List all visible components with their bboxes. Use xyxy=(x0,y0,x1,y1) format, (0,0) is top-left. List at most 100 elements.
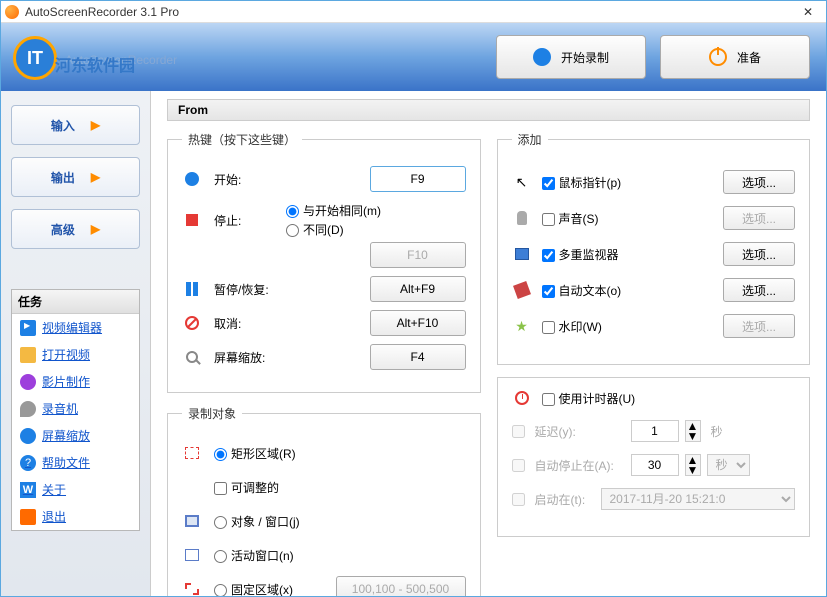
target-group: 录制对象 矩形区域(R) 可调整的 对象 / 窗口(j) 活动窗口(n) xyxy=(167,405,481,596)
zoom-hotkey[interactable]: F4 xyxy=(370,344,466,370)
target-rect-radio[interactable]: 矩形区域(R) xyxy=(214,445,296,462)
add-legend: 添加 xyxy=(512,131,548,148)
target-legend: 录制对象 xyxy=(182,405,242,422)
add-watermark-check[interactable]: 水印(W) xyxy=(542,318,724,335)
delay-label: 延迟(y): xyxy=(535,423,625,440)
movie-icon xyxy=(20,374,36,390)
starton-select[interactable]: 2017-11月-20 15:21:0 xyxy=(601,488,796,510)
start-record-label: 开始录制 xyxy=(561,49,609,66)
starton-check xyxy=(512,493,525,506)
stop-diff-radio[interactable]: 不同(D) xyxy=(286,221,466,238)
hotkeys-legend: 热键（按下这些键） xyxy=(182,131,302,148)
delay-input[interactable] xyxy=(631,420,679,442)
record-icon xyxy=(533,48,551,66)
about-icon: W xyxy=(20,482,36,498)
header: IT 河东软件园 AutoScreenRecorder 开始录制 准备 xyxy=(1,23,826,91)
add-multi-check[interactable]: 多重监视器 xyxy=(542,246,724,263)
add-cursor-check[interactable]: 鼠标指针(p) xyxy=(542,174,724,191)
titlebar: AutoScreenRecorder 3.1 Pro ✕ xyxy=(1,1,826,23)
chevron-right-icon: ▶ xyxy=(91,222,100,236)
cancel-hotkey[interactable]: Alt+F10 xyxy=(370,310,466,336)
folder-icon xyxy=(20,347,36,363)
multi-options-button[interactable]: 选项... xyxy=(723,242,795,266)
add-sound-check[interactable]: 声音(S) xyxy=(542,210,724,227)
window-title: AutoScreenRecorder 3.1 Pro xyxy=(25,5,794,19)
add-autotext-check[interactable]: 自动文本(o) xyxy=(542,282,724,299)
autostop-spinner[interactable]: ▲▼ xyxy=(685,454,701,476)
delay-check xyxy=(512,425,525,438)
tasks-panel: 任务 视频编辑器 打开视频 影片制作 录音机 屏幕缩放 ?帮助文件 W关于 退出 xyxy=(11,289,140,531)
nav-advanced[interactable]: 高级▶ xyxy=(11,209,140,249)
logo: IT 河东软件园 AutoScreenRecorder xyxy=(17,44,177,70)
zoom-icon xyxy=(182,347,202,367)
stop-hotkey: F10 xyxy=(370,242,466,268)
cancel-icon xyxy=(182,313,202,333)
close-button[interactable]: ✕ xyxy=(794,5,822,19)
pause-icon xyxy=(182,279,202,299)
main-panel: From 热键（按下这些键） 开始: F9 停止: 与开始相同(m) xyxy=(151,91,826,596)
zoom-label: 屏幕缩放: xyxy=(214,349,286,366)
autostop-check xyxy=(512,459,525,472)
target-active-radio[interactable]: 活动窗口(n) xyxy=(214,547,294,564)
autotext-icon xyxy=(512,280,532,300)
fixed-icon xyxy=(182,579,202,596)
add-group: 添加 ↖ 鼠标指针(p) 选项... 声音(S) 选项... 多重监视器 xyxy=(497,131,811,365)
stop-label: 停止: xyxy=(214,212,286,229)
task-movie-maker[interactable]: 影片制作 xyxy=(12,368,139,395)
task-zoom[interactable]: 屏幕缩放 xyxy=(12,422,139,449)
sound-options-button: 选项... xyxy=(723,206,795,230)
task-help[interactable]: ?帮助文件 xyxy=(12,449,139,476)
sound-icon xyxy=(512,208,532,228)
adjustable-check[interactable]: 可调整的 xyxy=(214,479,279,496)
start-label: 开始: xyxy=(214,171,286,188)
nav-input[interactable]: 输入▶ xyxy=(11,105,140,145)
target-fixed-radio[interactable]: 固定区域(x) xyxy=(214,581,293,597)
autotext-options-button[interactable]: 选项... xyxy=(723,278,795,302)
task-recorder[interactable]: 录音机 xyxy=(12,395,139,422)
stop-same-radio[interactable]: 与开始相同(m) xyxy=(286,202,466,219)
autostop-input[interactable] xyxy=(631,454,679,476)
star-icon: ★ xyxy=(512,316,532,336)
rect-icon xyxy=(182,443,202,463)
autostop-unit-select[interactable]: 秒 xyxy=(707,454,750,476)
active-window-icon xyxy=(182,545,202,565)
mic-icon xyxy=(20,401,36,417)
autostop-label: 自动停止在(A): xyxy=(535,457,625,474)
tasks-header: 任务 xyxy=(12,290,139,314)
task-exit[interactable]: 退出 xyxy=(12,503,139,530)
pause-hotkey[interactable]: Alt+F9 xyxy=(370,276,466,302)
sidebar: 输入▶ 输出▶ 高级▶ 任务 视频编辑器 打开视频 影片制作 录音机 屏幕缩放 … xyxy=(1,91,151,596)
task-video-editor[interactable]: 视频编辑器 xyxy=(12,314,139,341)
fixed-region-value: 100,100 - 500,500 xyxy=(336,576,466,596)
chevron-right-icon: ▶ xyxy=(91,118,100,132)
task-about[interactable]: W关于 xyxy=(12,476,139,503)
start-hotkey[interactable]: F9 xyxy=(370,166,466,192)
timer-group: 使用计时器(U) 延迟(y): ▲▼ 秒 自动停止在(A): ▲▼ xyxy=(497,377,811,537)
object-icon xyxy=(182,511,202,531)
help-icon: ? xyxy=(20,455,36,471)
clock-icon xyxy=(512,388,532,408)
task-open-video[interactable]: 打开视频 xyxy=(12,341,139,368)
power-icon xyxy=(709,48,727,66)
use-timer-check[interactable]: 使用计时器(U) xyxy=(542,390,796,407)
cursor-options-button[interactable]: 选项... xyxy=(723,170,795,194)
chevron-right-icon: ▶ xyxy=(91,170,100,184)
exit-icon xyxy=(20,509,36,525)
target-object-radio[interactable]: 对象 / 窗口(j) xyxy=(214,513,300,530)
ready-label: 准备 xyxy=(737,49,761,66)
cursor-icon: ↖ xyxy=(512,172,532,192)
start-icon xyxy=(182,169,202,189)
start-record-button[interactable]: 开始录制 xyxy=(496,35,646,79)
logo-badge: IT xyxy=(13,36,57,80)
starton-label: 启动在(t): xyxy=(535,491,595,508)
delay-spinner[interactable]: ▲▼ xyxy=(685,420,701,442)
hotkeys-group: 热键（按下这些键） 开始: F9 停止: 与开始相同(m) 不同(D) xyxy=(167,131,481,393)
sec-unit: 秒 xyxy=(711,423,723,440)
ready-button[interactable]: 准备 xyxy=(660,35,810,79)
nav-output[interactable]: 输出▶ xyxy=(11,157,140,197)
zoom-icon xyxy=(20,428,36,444)
pause-label: 暂停/恢复: xyxy=(214,281,286,298)
watermark-overlay: 河东软件园 xyxy=(55,52,135,76)
app-icon xyxy=(5,5,19,19)
stop-icon xyxy=(182,210,202,230)
